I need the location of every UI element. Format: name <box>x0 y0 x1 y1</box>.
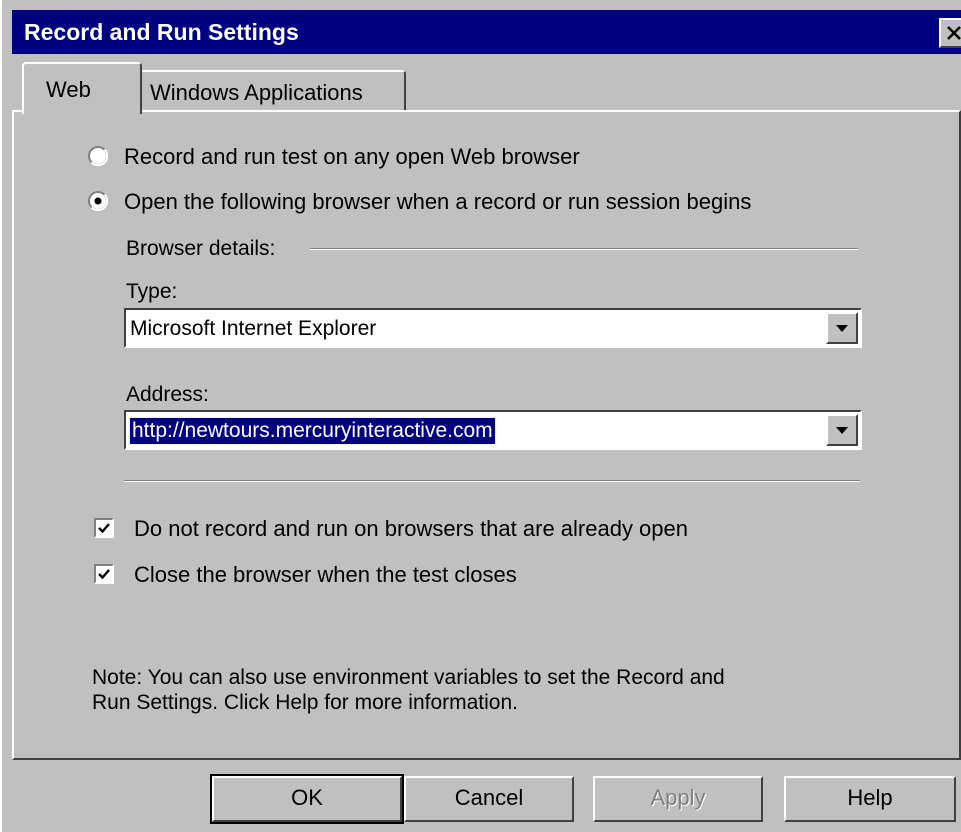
record-run-settings-dialog: Record and Run Settings Web Windows Appl… <box>0 0 961 832</box>
cancel-button[interactable]: Cancel <box>404 776 574 822</box>
close-button[interactable] <box>939 18 961 48</box>
tab-web[interactable]: Web <box>22 62 142 114</box>
chevron-down-icon <box>836 427 848 434</box>
ok-button[interactable]: OK <box>210 774 404 824</box>
checkmark-icon <box>98 523 110 534</box>
tab-windows-applications-label: Windows Applications <box>150 80 363 105</box>
checkbox-close-browser-label: Close the browser when the test closes <box>134 562 517 587</box>
checkbox-close-browser[interactable] <box>94 564 114 584</box>
radio-open-browser[interactable] <box>88 191 108 211</box>
note-line-1: Note: You can also use environment varia… <box>92 666 725 689</box>
type-dropdown[interactable]: Microsoft Internet Explorer <box>124 308 862 348</box>
browser-details-divider <box>310 248 858 250</box>
browser-details-heading: Browser details: <box>126 237 276 260</box>
close-icon <box>947 26 961 40</box>
type-dropdown-value: Microsoft Internet Explorer <box>130 317 377 340</box>
checkbox-no-open-browsers-label: Do not record and run on browsers that a… <box>134 516 688 541</box>
radio-any-browser[interactable] <box>88 146 108 166</box>
type-label: Type: <box>126 280 178 303</box>
tab-web-label: Web <box>46 77 91 102</box>
environment-note: Note: You can also use environment varia… <box>92 665 892 715</box>
radio-open-browser-label: Open the following browser when a record… <box>124 189 752 214</box>
chevron-down-icon <box>836 325 848 332</box>
tab-windows-applications[interactable]: Windows Applications <box>138 70 406 112</box>
note-line-2: Run Settings. Click Help for more inform… <box>92 691 518 714</box>
type-dropdown-button[interactable] <box>826 312 858 344</box>
address-divider <box>124 480 860 482</box>
address-dropdown-button[interactable] <box>826 414 858 446</box>
address-label: Address: <box>126 383 209 406</box>
apply-button[interactable]: Apply <box>593 776 763 822</box>
address-combobox[interactable]: http://newtours.mercuryinteractive.com <box>124 410 862 450</box>
title-bar: Record and Run Settings <box>12 10 961 54</box>
address-value[interactable]: http://newtours.mercuryinteractive.com <box>129 417 496 445</box>
checkbox-no-open-browsers[interactable] <box>94 518 114 538</box>
help-button[interactable]: Help <box>784 776 956 822</box>
radio-any-browser-label: Record and run test on any open Web brow… <box>124 144 580 169</box>
checkmark-icon <box>98 569 110 580</box>
window-title: Record and Run Settings <box>24 19 299 45</box>
